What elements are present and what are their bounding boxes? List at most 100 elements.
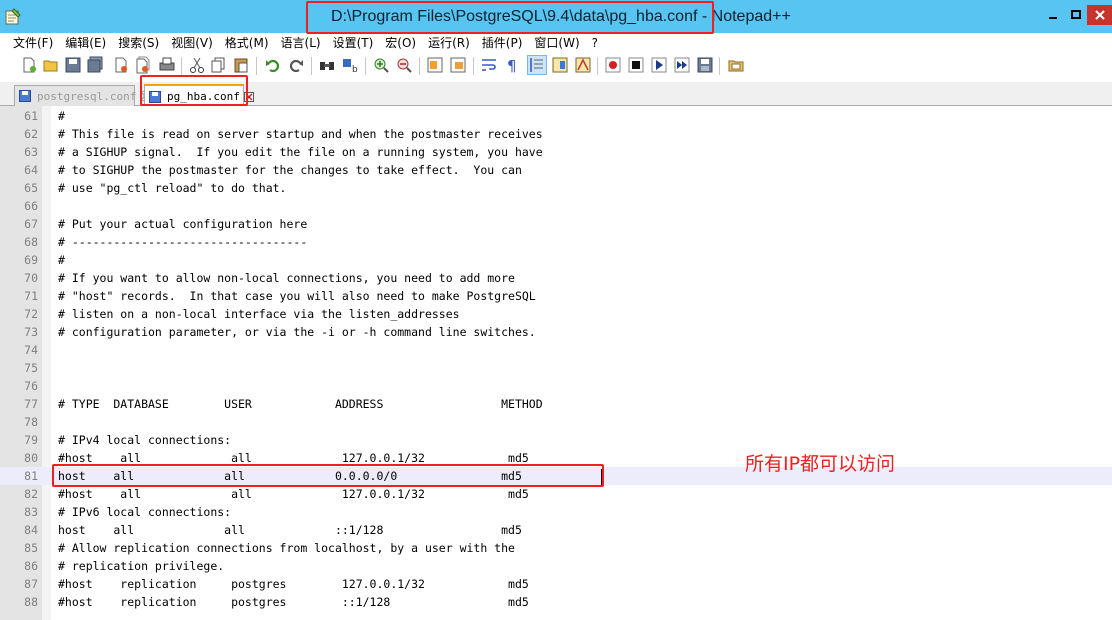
code-line[interactable]: 85 # Allow replication connections from l…	[0, 539, 1112, 557]
show-all-chars-icon[interactable]: ¶	[503, 56, 521, 74]
undo-icon[interactable]	[264, 56, 282, 74]
cut-icon[interactable]	[188, 56, 206, 74]
menu-view[interactable]: 视图(V)	[171, 34, 213, 51]
code-line[interactable]: 63 # a SIGHUP signal. If you edit the fil…	[0, 143, 1112, 161]
line-text: # IPv4 local connections:	[58, 433, 232, 447]
code-line[interactable]: 88 #host replication postgres ::1/128 md5	[0, 593, 1112, 611]
line-text: # "host" records. In that case you will …	[58, 289, 536, 303]
code-line[interactable]: 72 # listen on a non-local interface via …	[0, 305, 1112, 323]
find-icon[interactable]	[318, 56, 336, 74]
run-macro-multiple-icon[interactable]	[673, 56, 691, 74]
menu-window[interactable]: 窗口(W)	[534, 34, 579, 51]
record-macro-icon[interactable]	[604, 56, 622, 74]
copy-icon[interactable]	[210, 56, 228, 74]
menu-help[interactable]: ?	[592, 36, 598, 50]
code-line[interactable]: 71 # "host" records. In that case you wil…	[0, 287, 1112, 305]
code-line[interactable]: 66	[0, 197, 1112, 215]
line-number: 77	[24, 397, 38, 411]
menu-plugins[interactable]: 插件(P)	[482, 34, 523, 51]
code-line[interactable]: 73 # configuration parameter, or via the …	[0, 323, 1112, 341]
code-line[interactable]: 83 # IPv6 local connections:	[0, 503, 1112, 521]
line-number: 73	[24, 325, 38, 339]
code-line[interactable]: 84 host all all ::1/128 md5	[0, 521, 1112, 539]
line-number: 82	[24, 487, 38, 501]
close-icon[interactable]	[112, 56, 130, 74]
code-line[interactable]: 76	[0, 377, 1112, 395]
toolbar-separator	[419, 57, 420, 75]
text-editor[interactable]: 61 # 62 # This file is read on server star…	[0, 106, 1112, 620]
menu-file[interactable]: 文件(F)	[13, 34, 53, 51]
menu-run[interactable]: 运行(R)	[428, 34, 470, 51]
paste-icon[interactable]	[232, 56, 250, 74]
save-icon	[19, 90, 31, 102]
folder-workspace-icon[interactable]	[727, 56, 745, 74]
line-text: # If you want to allow non-local connect…	[58, 271, 515, 285]
tab-postgresql-conf[interactable]: postgresql.conf	[14, 85, 151, 106]
indent-guide-icon[interactable]	[527, 55, 547, 75]
line-number: 65	[24, 181, 38, 195]
code-line[interactable]: 69 #	[0, 251, 1112, 269]
save-macro-icon[interactable]	[696, 56, 714, 74]
sync-vertical-icon[interactable]	[426, 56, 444, 74]
line-number: 64	[24, 163, 38, 177]
line-text: # ----------------------------------	[58, 235, 308, 249]
line-text: #host all all 127.0.0.1/32 md5	[58, 487, 529, 501]
code-line[interactable]: 64 # to SIGHUP the postmaster for the cha…	[0, 161, 1112, 179]
code-line[interactable]: 74	[0, 341, 1112, 359]
maximize-button[interactable]	[1064, 5, 1088, 25]
code-line[interactable]: 87 #host replication postgres 127.0.0.1/3…	[0, 575, 1112, 593]
line-number: 84	[24, 523, 38, 537]
line-text: host all all ::1/128 md5	[58, 523, 522, 537]
save-icon[interactable]	[64, 56, 82, 74]
print-icon[interactable]	[158, 56, 176, 74]
notepad-icon	[5, 8, 21, 25]
code-line[interactable]: 79 # IPv4 local connections:	[0, 431, 1112, 449]
line-text: #	[58, 253, 65, 267]
line-text: # IPv6 local connections:	[58, 505, 232, 519]
line-text: # replication privilege.	[58, 559, 225, 573]
line-number: 70	[24, 271, 38, 285]
play-macro-icon[interactable]	[650, 56, 668, 74]
code-line[interactable]: 78	[0, 413, 1112, 431]
line-number: 75	[24, 361, 38, 375]
close-all-icon[interactable]	[134, 56, 152, 74]
code-line[interactable]: 61 #	[0, 107, 1112, 125]
stop-macro-icon[interactable]	[627, 56, 645, 74]
code-line[interactable]: 67 # Put your actual configuration here	[0, 215, 1112, 233]
code-line[interactable]: 75	[0, 359, 1112, 377]
code-line[interactable]: 70 # If you want to allow non-local conne…	[0, 269, 1112, 287]
line-number: 61	[24, 109, 38, 123]
zoom-out-icon[interactable]	[395, 56, 413, 74]
replace-icon[interactable]: b	[341, 56, 359, 74]
sync-horizontal-icon[interactable]	[449, 56, 467, 74]
menu-settings[interactable]: 设置(T)	[333, 34, 374, 51]
menu-macro[interactable]: 宏(O)	[385, 34, 416, 51]
menu-format[interactable]: 格式(M)	[225, 34, 269, 51]
code-line[interactable]: 77 # TYPE DATABASE USER ADDRESS METHOD	[0, 395, 1112, 413]
function-list-icon[interactable]	[574, 56, 592, 74]
open-file-icon[interactable]	[42, 56, 60, 74]
menu-language[interactable]: 语言(L)	[281, 34, 321, 51]
code-line[interactable]: 62 # This file is read on server startup …	[0, 125, 1112, 143]
highlight-box-line-81	[52, 464, 604, 487]
menu-search[interactable]: 搜索(S)	[118, 34, 159, 51]
doc-map-icon[interactable]	[551, 56, 569, 74]
redo-icon[interactable]	[287, 56, 305, 74]
close-button[interactable]	[1087, 5, 1112, 25]
line-number: 69	[24, 253, 38, 267]
word-wrap-icon[interactable]	[480, 56, 498, 74]
menu-edit[interactable]: 编辑(E)	[65, 34, 106, 51]
code-line[interactable]: 86 # replication privilege.	[0, 557, 1112, 575]
code-line[interactable]: 65 # use "pg_ctl reload" to do that.	[0, 179, 1112, 197]
line-text: #host replication postgres ::1/128 md5	[58, 595, 529, 609]
code-line[interactable]: 82 #host all all 127.0.0.1/32 md5	[0, 485, 1112, 503]
minimize-button[interactable]	[1041, 5, 1065, 25]
annotation-label: 所有IP都可以访问	[745, 453, 896, 475]
line-text: # configuration parameter, or via the -i…	[58, 325, 536, 339]
zoom-in-icon[interactable]	[372, 56, 390, 74]
line-number: 63	[24, 145, 38, 159]
new-file-icon[interactable]	[20, 56, 38, 74]
toolbar-separator	[719, 57, 720, 75]
code-line[interactable]: 68 # ----------------------------------	[0, 233, 1112, 251]
save-all-icon[interactable]	[86, 56, 104, 74]
